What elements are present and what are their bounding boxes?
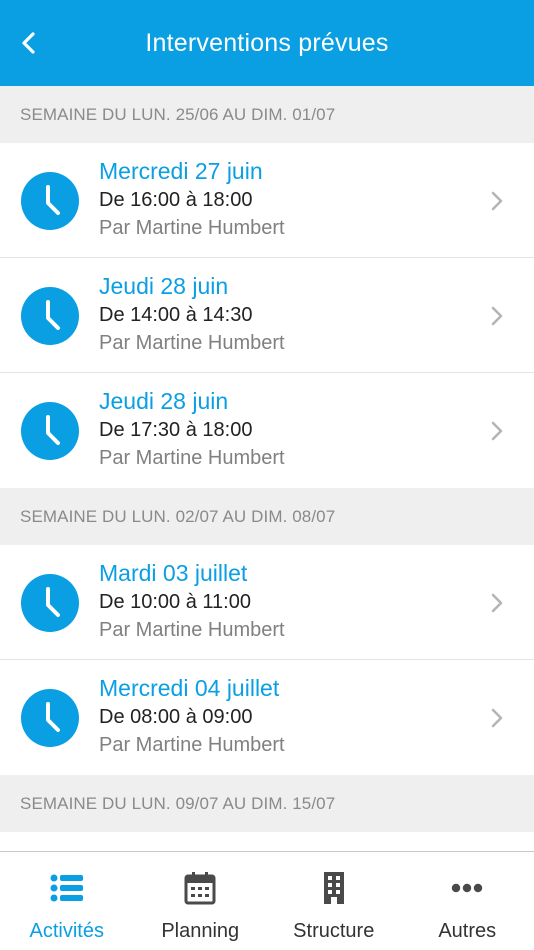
intervention-time: De 08:00 à 09:00 [99,706,253,728]
tab-planning[interactable]: Planning [134,852,268,950]
chevron-right-icon [491,708,503,728]
intervention-details: Mercredi 27 juin De 16:00 à 18:00 Par Ma… [99,156,285,243]
tab-label: Structure [293,920,375,942]
intervention-item[interactable]: Mercredi 04 juillet De 08:00 à 09:00 Par… [0,660,534,775]
tab-activites[interactable]: Activités [0,852,134,950]
page-title: Interventions prévues [145,28,389,57]
more-dots-icon [452,883,483,893]
intervention-item[interactable]: Jeudi 28 juin De 14:00 à 14:30 Par Marti… [0,258,534,373]
intervention-date: Mardi 03 juillet [99,560,248,586]
intervention-author: Par Martine Humbert [99,447,285,469]
intervention-author: Par Martine Humbert [99,217,285,239]
intervention-item[interactable]: Mercredi 27 juin De 16:00 à 18:00 Par Ma… [0,143,534,258]
navigation-bar: Interventions prévues [0,0,534,86]
chevron-right-icon [491,593,503,613]
chevron-left-icon[interactable] [20,31,36,55]
clock-icon [21,172,79,230]
intervention-date: Jeudi 28 juin [99,273,229,299]
section-header-week-2: SEMAINE DU LUN. 02/07 AU DIM. 08/07 [0,488,534,545]
tab-label: Activités [29,920,104,942]
section-header-week-1: SEMAINE DU LUN. 25/06 AU DIM. 01/07 [0,86,534,143]
intervention-item[interactable]: Mardi 03 juillet De 10:00 à 11:00 Par Ma… [0,545,534,660]
list-item-partial[interactable] [0,832,534,851]
clock-icon [21,402,79,460]
tab-autres[interactable]: Autres [401,852,534,950]
chevron-right-icon [491,191,503,211]
clock-icon [21,689,79,747]
intervention-date: Mercredi 04 juillet [99,675,280,701]
tab-label: Planning [161,920,240,942]
building-icon [323,872,344,904]
interventions-list[interactable]: SEMAINE DU LUN. 25/06 AU DIM. 01/07 Merc… [0,86,534,851]
tab-bar: Activités Planning Structure Autres [0,851,534,950]
intervention-time: De 10:00 à 11:00 [99,591,251,613]
intervention-time: De 14:00 à 14:30 [99,304,253,326]
intervention-time: De 17:30 à 18:00 [99,419,253,441]
chevron-right-icon [491,306,503,326]
intervention-time: De 16:00 à 18:00 [99,189,253,211]
intervention-author: Par Martine Humbert [99,332,285,354]
clock-icon [21,287,79,345]
intervention-author: Par Martine Humbert [99,619,285,641]
chevron-right-icon [491,421,503,441]
intervention-details: Mardi 03 juillet De 10:00 à 11:00 Par Ma… [99,558,285,645]
tab-label: Autres [438,920,497,942]
calendar-icon [184,872,216,905]
intervention-details: Jeudi 28 juin De 17:30 à 18:00 Par Marti… [99,386,285,473]
intervention-details: Mercredi 04 juillet De 08:00 à 09:00 Par… [99,673,285,760]
section-header-week-3: SEMAINE DU LUN. 09/07 AU DIM. 15/07 [0,775,534,832]
intervention-item[interactable]: Jeudi 28 juin De 17:30 à 18:00 Par Marti… [0,373,534,488]
back-button[interactable] [16,29,40,57]
intervention-date: Jeudi 28 juin [99,388,229,414]
clock-icon [21,574,79,632]
intervention-details: Jeudi 28 juin De 14:00 à 14:30 Par Marti… [99,271,285,358]
intervention-date: Mercredi 27 juin [99,158,263,184]
list-icon [50,874,83,902]
intervention-author: Par Martine Humbert [99,734,285,756]
tab-structure[interactable]: Structure [267,852,401,950]
